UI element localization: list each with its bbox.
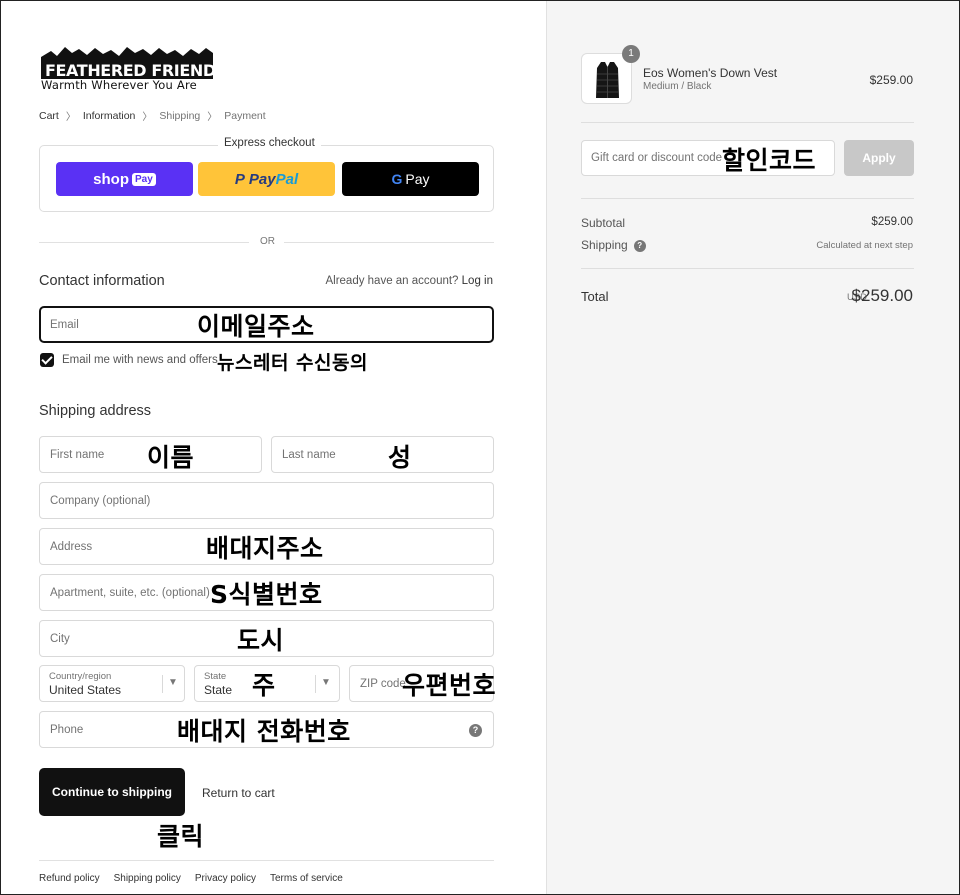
divider	[581, 198, 914, 199]
contact-title: Contact information	[39, 273, 165, 289]
paypal-logo-icon: P	[234, 170, 245, 188]
brand-logo[interactable]: FEATHERED FRIENDS Warmth Wherever You Ar…	[41, 45, 227, 93]
continue-to-shipping-button[interactable]: Continue to shipping	[39, 768, 185, 816]
annotation-click: 클릭	[157, 822, 205, 851]
chevron-right-icon: 〉	[207, 112, 218, 123]
product-name: Eos Women's Down Vest	[643, 66, 778, 80]
shipping-policy-link[interactable]: Shipping policy	[114, 873, 181, 884]
chevron-down-icon: ▼	[168, 677, 178, 688]
annotation-zip: 우편번호	[402, 671, 497, 700]
breadcrumb-cart[interactable]: Cart	[39, 110, 59, 122]
annotation-phone: 배대지 전화번호	[177, 717, 351, 746]
chevron-down-icon: ▼	[321, 677, 331, 688]
annotation-email: 이메일주소	[197, 312, 315, 341]
total-label: Total	[581, 289, 609, 304]
total-value: $259.00	[851, 286, 913, 305]
google-g-icon: G	[391, 171, 403, 187]
order-summary: 1 Eos Women's Down Vest Medium / Black $…	[546, 1, 959, 894]
divider	[39, 242, 249, 243]
footer-links: Refund policy Shipping policy Privacy po…	[39, 873, 357, 884]
subtotal-value: $259.00	[871, 216, 913, 228]
annotation-discount: 할인코드	[722, 146, 817, 175]
login-link[interactable]: Log in	[462, 275, 493, 287]
terms-of-service-link[interactable]: Terms of service	[270, 873, 343, 884]
help-icon[interactable]: ?	[633, 239, 646, 252]
annotation-city: 도시	[237, 626, 285, 655]
country-select[interactable]: Country/region United States ▼	[39, 665, 185, 702]
checkout-main: FEATHERED FRIENDS Warmth Wherever You Ar…	[1, 1, 546, 894]
chevron-right-icon: 〉	[65, 112, 76, 123]
shipping-label: Shipping	[581, 238, 628, 252]
product-price: $259.00	[869, 73, 913, 87]
chevron-right-icon: 〉	[142, 112, 153, 123]
refund-policy-link[interactable]: Refund policy	[39, 873, 100, 884]
shipping-label-row: Shipping?	[581, 238, 646, 252]
product-variant: Medium / Black	[643, 81, 712, 92]
subtotal-label: Subtotal	[581, 216, 626, 230]
newsletter-label: Email me with news and offers	[62, 354, 218, 366]
divider	[581, 122, 914, 123]
return-to-cart-link[interactable]: Return to cart	[202, 786, 275, 800]
express-checkout-title: Express checkout	[218, 137, 321, 149]
divider	[581, 268, 914, 269]
quantity-badge: 1	[622, 45, 640, 63]
privacy-policy-link[interactable]: Privacy policy	[195, 873, 256, 884]
annotation-state: 주	[252, 671, 276, 700]
google-pay-button[interactable]: G Pay	[342, 162, 479, 196]
express-checkout: Express checkout shop Pay P Pay Pal G Pay	[39, 137, 494, 212]
or-label: OR	[260, 236, 275, 247]
divider	[39, 860, 494, 861]
login-prompt: Already have an account? Log in	[325, 275, 493, 287]
breadcrumb-shipping: Shipping	[159, 109, 201, 122]
brand-tagline: Warmth Wherever You Are	[41, 78, 197, 92]
shipping-value: Calculated at next step	[816, 240, 913, 251]
annotation-apartment: S식별번호	[210, 580, 323, 609]
annotation-last-name: 성	[388, 443, 412, 472]
shop-pay-button[interactable]: shop Pay	[56, 162, 193, 196]
breadcrumb: Cart 〉 Information 〉 Shipping 〉 Payment	[39, 108, 266, 124]
company-input[interactable]: Company (optional)	[39, 482, 494, 519]
annotation-newsletter: 뉴스레터 수신동의	[217, 352, 368, 374]
annotation-first-name: 이름	[147, 443, 195, 472]
apply-button[interactable]: Apply	[844, 140, 914, 176]
last-name-input[interactable]: Last name	[271, 436, 494, 473]
shipping-title: Shipping address	[39, 403, 152, 419]
help-icon[interactable]: ?	[469, 724, 482, 737]
newsletter-checkbox[interactable]	[40, 353, 54, 367]
breadcrumb-payment: Payment	[224, 109, 266, 122]
annotation-address: 배대지주소	[206, 534, 324, 563]
paypal-button[interactable]: P Pay Pal	[198, 162, 335, 196]
breadcrumb-information: Information	[82, 109, 136, 122]
divider	[284, 242, 494, 243]
